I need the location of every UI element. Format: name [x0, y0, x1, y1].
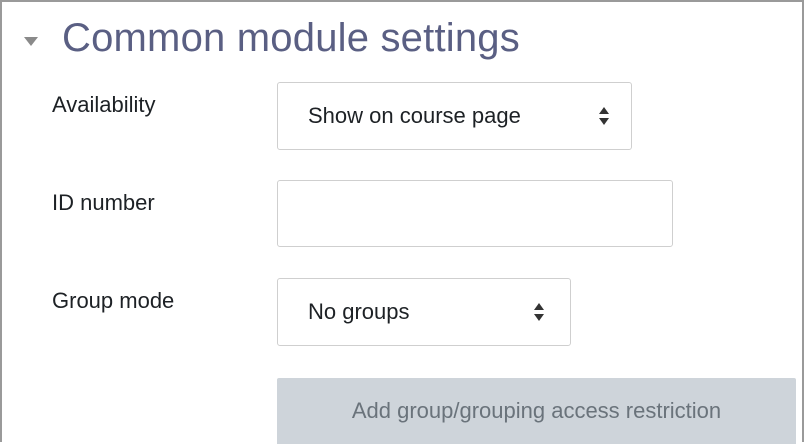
availability-select[interactable]: Show on course page — [277, 82, 632, 150]
group-mode-select[interactable]: No groups — [277, 278, 571, 346]
triangle-down-icon[interactable] — [24, 36, 38, 46]
availability-selected-value: Show on course page — [308, 103, 521, 128]
section-header-toggle[interactable]: Common module settings — [24, 12, 520, 64]
group-mode-label: Group mode — [52, 288, 175, 313]
section-title: Common module settings — [62, 16, 520, 60]
add-group-restriction-button[interactable]: Add group/grouping access restriction — [277, 378, 796, 444]
availability-label: Availability — [52, 92, 156, 117]
group-mode-selected-value: No groups — [308, 299, 410, 324]
module-settings-panel: Common module settings Availability Show… — [0, 0, 804, 444]
select-arrows-icon — [599, 107, 609, 125]
id-number-input[interactable] — [277, 180, 673, 247]
select-arrows-icon — [534, 303, 544, 321]
id-number-label: ID number — [52, 190, 155, 215]
